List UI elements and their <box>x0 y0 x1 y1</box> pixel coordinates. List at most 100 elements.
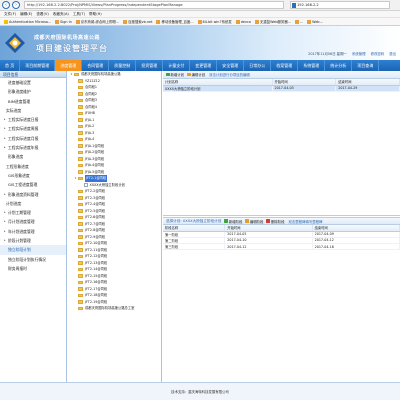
sidebar-item[interactable]: GIS形象进度 <box>0 171 66 180</box>
folder-icon <box>78 176 83 180</box>
document-icon <box>84 182 88 187</box>
nav-tab[interactable]: 合同管理 <box>82 60 110 71</box>
favorite-link[interactable]: Authentication Microso... <box>4 19 51 24</box>
favorites-bar: Authentication Microso... Sign In 京东商城-综合网… <box>0 18 400 26</box>
folder-icon <box>74 72 79 76</box>
browser-menu-item[interactable]: 收藏夹(A) <box>53 12 69 17</box>
nav-tab[interactable]: 质量控制 <box>109 60 137 71</box>
nav-tab[interactable]: 项目前期管理 <box>20 60 56 71</box>
nav-tab[interactable]: 统计分析 <box>325 60 353 71</box>
edit-stage-button[interactable]: 编辑阶段 <box>245 219 263 224</box>
folder-icon <box>78 209 83 213</box>
browser-menu-item[interactable]: 查看(V) <box>36 12 48 17</box>
table-row[interactable]: XXXX大桥独立阶段计划 2017-04-05 2017-04-29 <box>163 85 400 92</box>
sidebar-item[interactable]: ▸ 工程实际进度年报 <box>0 143 66 152</box>
nav-tab[interactable]: 项目查询 <box>352 60 380 71</box>
sidebar-item-label: 工程实际进度月报 <box>8 135 39 141</box>
browser-address-bar: ‹ › http://192.168.2.2:8022/Proj/NPMIS/V… <box>0 0 400 11</box>
browser-tab[interactable]: 192.168.2.2 <box>290 1 390 9</box>
sidebar-item-label: 阶段计划管理 <box>8 238 31 244</box>
sidebar-item[interactable]: ▸ 工程实际进度日报 <box>0 115 66 124</box>
table-row[interactable]: 第三阶段 2017-04-12 2017-04-16 <box>163 243 400 251</box>
folder-icon <box>78 267 83 271</box>
sidebar-item[interactable]: 财务周报时 <box>0 264 66 273</box>
folder-icon <box>78 235 83 239</box>
sidebar-item[interactable]: 独立阶段计划 <box>0 245 66 255</box>
nav-tab[interactable]: 档案管理 <box>271 60 299 71</box>
sidebar-item[interactable]: GIS工程进度管理 <box>0 180 66 189</box>
sidebar-item[interactable]: ▸ 工程实际进度周报 <box>0 124 66 133</box>
sidebar-item[interactable]: ▸ 计划工期管理 <box>0 208 66 217</box>
sidebar-item-label: 工程实际进度年报 <box>8 145 39 151</box>
add-icon <box>224 219 228 223</box>
favorite-link[interactable]: devco <box>235 19 251 24</box>
browser-menu-item[interactable]: 工具(T) <box>73 12 85 17</box>
sidebar-item[interactable]: ▸ 形象进度资料管理 <box>0 190 66 199</box>
table-cell: 2017-04-29 <box>335 85 400 92</box>
nav-tab[interactable]: 安全管理 <box>217 60 245 71</box>
nav-tab[interactable]: 计量支付 <box>163 60 191 71</box>
sidebar-item[interactable]: 形象进度维护 <box>0 87 66 96</box>
folder-icon <box>78 92 83 96</box>
app-subtitle: 成都天府国际机场高速公路 <box>34 35 101 41</box>
bookmark-icon <box>4 19 8 24</box>
nav-tab[interactable]: 进度管理 <box>55 60 83 71</box>
table-cell: 第三阶段 <box>163 243 226 251</box>
favorite-link[interactable]: Sign In <box>55 19 72 24</box>
folder-icon <box>78 150 83 154</box>
favorite-link[interactable]: 京东商城-综合网上购物... <box>75 19 120 24</box>
add-stage-button[interactable]: 新增阶段 <box>224 219 242 224</box>
sidebar-item-label: 形象进度 <box>8 154 24 160</box>
edit-plan-button[interactable]: 编辑计划 <box>187 72 205 77</box>
collapse-icon[interactable]: ▾ <box>74 175 77 182</box>
favorite-link[interactable]: 64-bit win7系统发 <box>197 19 232 24</box>
delete-stage-button[interactable]: 删除阶段 <box>266 219 285 224</box>
favorite-link[interactable]: 百度搜索vb.net <box>123 19 152 24</box>
folder-icon <box>78 274 83 278</box>
tree-node[interactable]: 成都天府国际机场高速公路总工室 <box>68 305 161 312</box>
nav-tab[interactable]: 投资管理 <box>136 60 164 71</box>
url-field[interactable]: http://192.168.2.2:8022/Proj/NPMIS/Views… <box>24 1 284 9</box>
table-cell: 2017-04-05 <box>272 85 337 92</box>
forward-icon[interactable]: › <box>12 1 20 9</box>
browser-menu-bar: 文件(F) 编辑(E) 查看(V) 收藏夹(A) 工具(T) 帮助(H) <box>0 11 400 18</box>
folder-icon <box>78 254 83 258</box>
favorite-label: Sign In <box>60 19 72 24</box>
nav-tab[interactable]: 系统管理 <box>298 60 326 71</box>
collapse-icon[interactable]: ▾ <box>70 71 73 78</box>
favorite-link[interactable]: Web... <box>307 19 323 24</box>
sidebar-item[interactable]: 工程形象进度 <box>0 162 66 171</box>
browser-menu-item[interactable]: 帮助(H) <box>89 12 102 17</box>
folder-icon <box>78 170 83 174</box>
edit-icon <box>187 72 191 77</box>
sidebar-item[interactable]: 计划进度 <box>0 199 66 208</box>
nav-tab[interactable]: 日常办公 <box>244 60 272 71</box>
sidebar-item[interactable]: ▸ 阶段计划管理 <box>0 236 66 245</box>
favorite-link[interactable]: 无重复Web服务器... <box>254 19 291 24</box>
back-icon[interactable]: ‹ <box>2 1 10 9</box>
sidebar-item[interactable]: 独立阶段计划执行情况 <box>0 255 66 264</box>
browser-menu-item[interactable]: 文件(F) <box>4 12 16 17</box>
sidebar-item-label: 月计划进度管理 <box>8 219 35 225</box>
sidebar-item[interactable]: 实际进度 <box>0 106 66 115</box>
nav-tab[interactable]: 变更管理 <box>190 60 218 71</box>
sidebar-item[interactable]: ▸ 月计划进度管理 <box>0 217 66 226</box>
sidebar-item[interactable]: 形象进度 <box>0 152 66 161</box>
change-password-link[interactable]: 修改密码 <box>371 52 385 56</box>
sidebar-item[interactable]: 进度基础设置 <box>0 78 66 87</box>
stage-hint: 双击里程碑填写里程碑 <box>288 219 323 224</box>
browser-menu-item[interactable]: 编辑(E) <box>20 12 32 17</box>
favorite-link[interactable]: ... <box>294 19 303 24</box>
logout-link[interactable]: 退出 <box>389 52 396 56</box>
sidebar-item[interactable]: ▸ 年计划进度管理 <box>0 227 66 236</box>
bookmark-icon <box>235 19 240 24</box>
edit-icon <box>245 219 249 223</box>
sidebar-item[interactable]: ▸ 工程实际进度月报 <box>0 134 66 143</box>
expand-icon: ▸ <box>4 135 6 140</box>
sidebar-item[interactable]: BIM进度管理 <box>0 97 66 106</box>
nav-tab[interactable]: 首 页 <box>0 60 21 71</box>
favorite-label: 京东商城-综合网上购物... <box>80 20 120 24</box>
folder-icon <box>78 98 83 102</box>
add-plan-button[interactable]: 新增计划 <box>166 72 184 77</box>
favorite-link[interactable]: 移动设备管理_百度... <box>156 19 194 24</box>
